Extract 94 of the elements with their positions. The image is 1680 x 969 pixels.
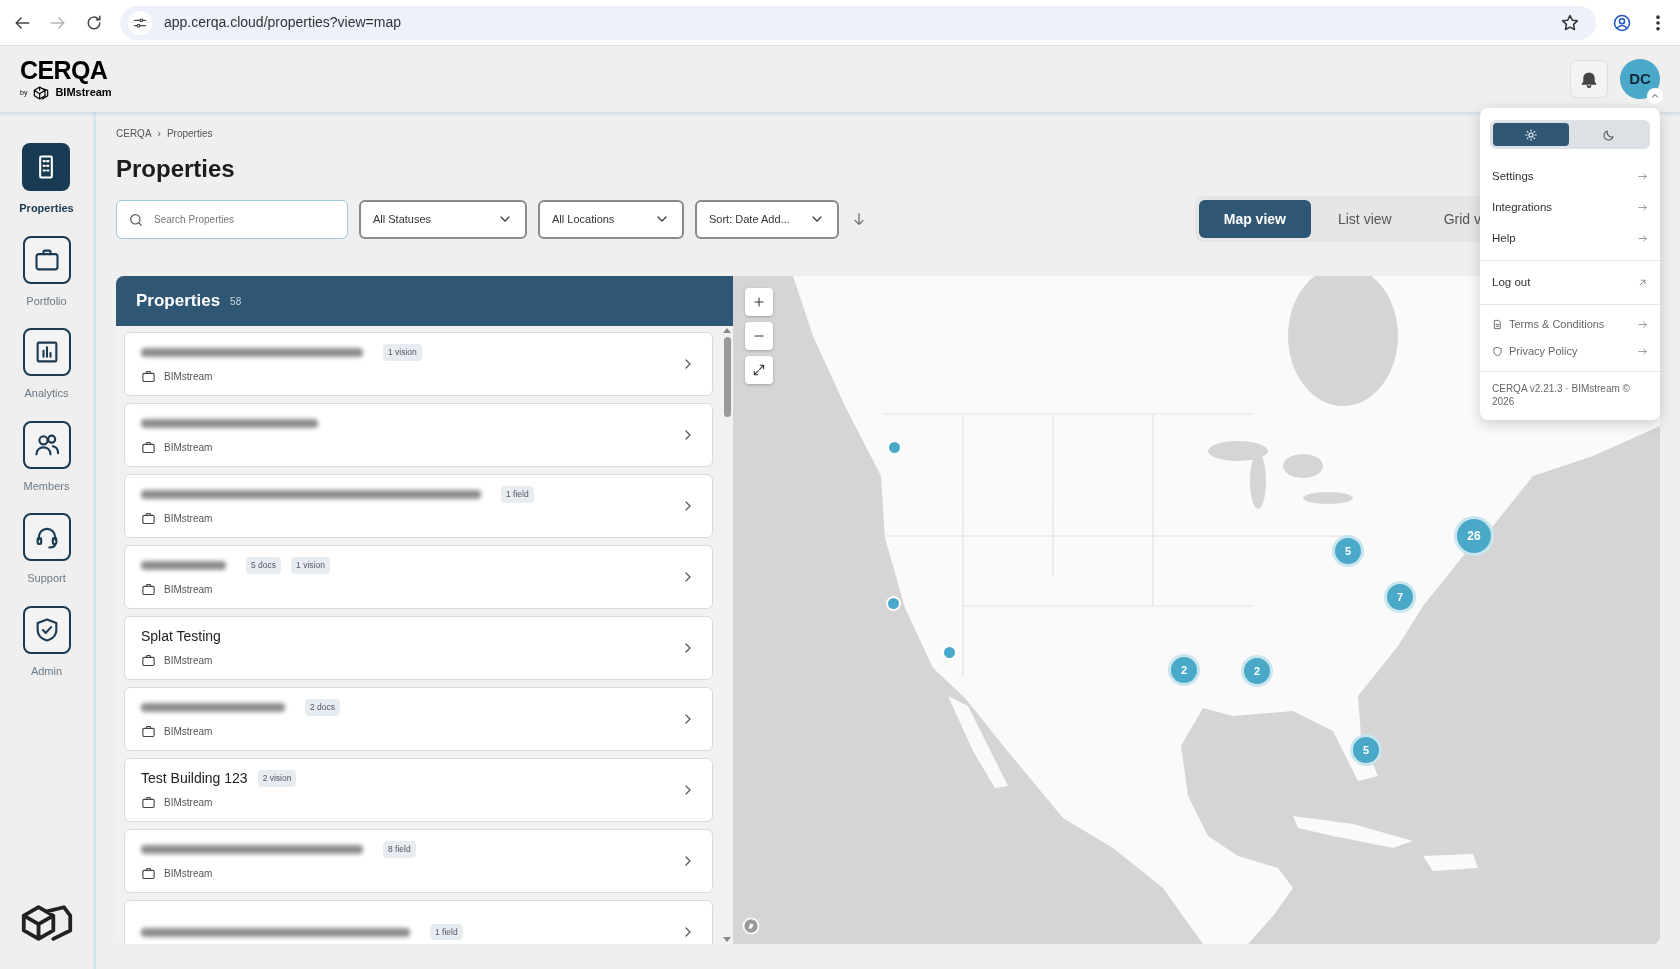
version-text: CERQA v2.21.3 · BIMstream © 2026: [1492, 382, 1631, 408]
briefcase-icon: [141, 865, 156, 881]
arrow-right-icon: [1637, 346, 1648, 357]
profile-icon[interactable]: [1612, 12, 1632, 33]
breadcrumb-link[interactable]: CERQA: [116, 126, 152, 141]
page-title: Properties: [116, 154, 235, 184]
briefcase-icon: [141, 652, 156, 668]
arrow-right-icon: [1637, 319, 1648, 330]
breadcrumb-separator: ›: [157, 127, 161, 141]
property-title: Test Building 123: [141, 769, 248, 788]
item-count: 58: [230, 294, 242, 309]
nav-button[interactable]: [22, 420, 71, 469]
briefcase-icon: [141, 439, 156, 455]
cube-logo-icon: [20, 903, 74, 941]
count-badge: 1 field: [430, 923, 463, 941]
address-bar[interactable]: app.cerqa.cloud/properties?view=map: [120, 5, 1596, 40]
nav-button[interactable]: [22, 605, 71, 654]
organization-name: BIMstream: [164, 724, 213, 739]
count-badge: 1 vision: [383, 344, 422, 361]
count-badge: 2 vision: [257, 770, 297, 787]
nav-button[interactable]: [22, 143, 71, 191]
nav-label[interactable]: Members: [23, 477, 70, 494]
briefcase-icon: [141, 368, 156, 384]
count-badge: 8 field: [383, 841, 416, 858]
property-card[interactable]: 1 field: [124, 900, 713, 944]
moon-icon: [1602, 127, 1617, 142]
nav-label[interactable]: Portfolio: [26, 292, 67, 309]
organization-name: BIMstream: [164, 795, 213, 810]
briefcase-icon: [141, 581, 156, 597]
caret-up-icon[interactable]: [1647, 88, 1663, 104]
organization-name: BIMstream: [164, 653, 213, 668]
briefcase-icon: [141, 794, 156, 810]
nav-button[interactable]: [22, 328, 71, 376]
nav-label[interactable]: Properties: [19, 200, 74, 217]
menu-item[interactable]: Privacy Policy: [1480, 338, 1660, 365]
search-icon: [128, 211, 144, 228]
menu-item[interactable]: Settings: [1480, 161, 1660, 192]
organization-name: BIMstream: [164, 369, 213, 384]
sort-direction-icon[interactable]: [851, 211, 867, 227]
count-badge: 2 docs: [305, 699, 341, 716]
count-badge: 1 field: [501, 486, 534, 503]
light-theme-button[interactable]: [1493, 123, 1569, 146]
filter-dropdown[interactable]: All Statuses: [359, 199, 527, 239]
url-text: app.cerqa.cloud/properties?view=map: [164, 13, 401, 32]
organization-name: BIMstream: [164, 440, 213, 455]
property-title: Splat Testing: [141, 627, 221, 646]
document-icon: [1492, 319, 1503, 330]
property-card[interactable]: 2 docs BIMstream: [124, 687, 713, 751]
property-card[interactable]: 5 docs 1 vision BIMstream: [124, 545, 713, 609]
nav-button[interactable]: [22, 235, 71, 284]
count-badge: 5 docs: [246, 557, 282, 574]
view-tab[interactable]: Map view: [1198, 200, 1311, 238]
nav-label[interactable]: Admin: [30, 662, 63, 679]
count-badge: 1 vision: [291, 557, 330, 574]
logo-text: CERQA: [20, 57, 109, 83]
menu-item[interactable]: Log out: [1480, 267, 1660, 298]
avatar-button[interactable]: DC: [1620, 59, 1660, 99]
plus-icon: [752, 295, 766, 309]
shield-icon: [1492, 346, 1503, 357]
arrow-right-icon: [1637, 171, 1648, 182]
diagonal-arrow-icon: [1637, 277, 1648, 288]
logo-brand-text: BIMstream: [55, 87, 112, 98]
search-field[interactable]: Search Properties: [116, 199, 348, 239]
organization-name: BIMstream: [164, 511, 213, 526]
notifications-button[interactable]: [1570, 60, 1608, 98]
filter-dropdown[interactable]: All Locations: [538, 199, 684, 239]
sun-icon: [1523, 127, 1538, 142]
briefcase-icon: [141, 510, 156, 526]
property-card[interactable]: Test Building 123 2 vision BIMstream: [124, 758, 713, 822]
menu-item[interactable]: Help: [1480, 223, 1660, 254]
panel-title: Properties: [136, 290, 221, 313]
arrow-right-icon: [1637, 202, 1648, 213]
property-card[interactable]: 1 vision BIMstream: [124, 332, 713, 396]
organization-name: BIMstream: [164, 866, 213, 881]
menu-item[interactable]: Terms & Conditions: [1480, 311, 1660, 338]
breadcrumb-link[interactable]: Properties: [166, 126, 213, 141]
nav-label[interactable]: Support: [27, 570, 66, 587]
menu-item[interactable]: Integrations: [1480, 192, 1660, 223]
organization-name: BIMstream: [164, 582, 213, 597]
map-logo-icon: [741, 916, 761, 936]
arrow-right-icon: [1637, 233, 1648, 244]
expand-icon: [752, 363, 766, 377]
nav-label[interactable]: Analytics: [24, 385, 69, 402]
property-card[interactable]: Splat Testing BIMstream: [124, 616, 713, 680]
filter-dropdown[interactable]: Sort: Date Add...: [695, 199, 839, 239]
fullscreen-button[interactable]: [745, 356, 773, 384]
star-icon[interactable]: [1560, 12, 1580, 33]
property-card[interactable]: BIMstream: [124, 403, 713, 467]
nav-button[interactable]: [22, 513, 71, 561]
property-card[interactable]: 8 field BIMstream: [124, 829, 713, 893]
property-card[interactable]: 1 field BIMstream: [124, 474, 713, 538]
zoom-in-button[interactable]: [745, 288, 773, 316]
view-tab[interactable]: List view: [1312, 200, 1417, 238]
briefcase-icon: [141, 723, 156, 739]
